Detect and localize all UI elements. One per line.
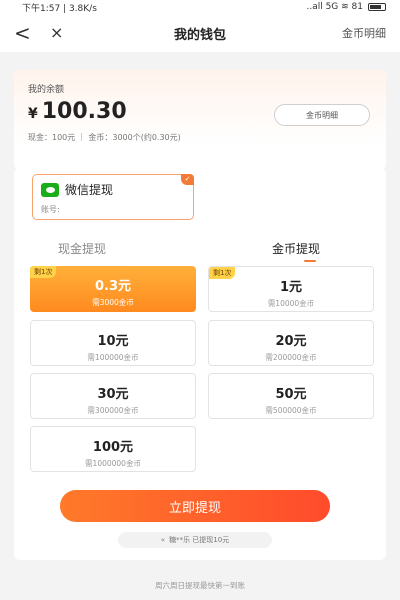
close-icon[interactable]: × — [50, 14, 76, 52]
nav-bar: < × 我的钱包 金币明细 — [0, 14, 400, 52]
method-account: 账号: — [41, 205, 60, 214]
method-header: 微信提现 — [41, 181, 185, 198]
status-bar: 下午1:57 | 3.8K/s ..all 5G ≋ 81 — [0, 0, 400, 14]
battery-icon — [368, 3, 386, 11]
coin-detail-button[interactable]: 金币明细 — [274, 104, 370, 126]
balance-card: 我的余额 ¥ 100.30 现金：100元 ｜ 金币：3000个(约0.30元)… — [14, 70, 386, 170]
option-amount: 0.3元 — [94, 279, 132, 294]
balance-value: 100.30 — [41, 99, 127, 124]
option-cost: 需100000金币 — [87, 353, 139, 362]
tab-coin-withdraw[interactable]: 金币提现 — [272, 240, 320, 257]
status-icons: ..all 5G ≋ 81 — [306, 2, 386, 12]
withdraw-option-0-3[interactable]: 剩1次 0.3元 需3000金币 — [30, 266, 196, 312]
balance-label: 我的余额 — [28, 85, 65, 95]
option-cost: 需200000金币 — [265, 353, 317, 362]
withdraw-option-20[interactable]: 20元 需200000金币 — [208, 320, 374, 366]
option-amount: 20元 — [275, 334, 307, 349]
check-icon: ✓ — [181, 174, 194, 185]
option-cost: 需1000000金币 — [85, 459, 141, 468]
remaining-badge: 剩1次 — [209, 267, 236, 279]
option-amount: 30元 — [97, 387, 129, 402]
back-icon[interactable]: < — [14, 14, 40, 52]
currency-symbol: ¥ — [28, 106, 38, 122]
wechat-withdraw-method[interactable]: 微信提现 账号: ✓ — [32, 174, 194, 220]
remaining-badge: 剩1次 — [30, 266, 57, 278]
method-name: 微信提现 — [65, 183, 114, 197]
option-amount: 1元 — [279, 280, 303, 295]
option-cost: 需500000金币 — [265, 406, 317, 415]
withdraw-panel: 微信提现 账号: ✓ 现金提现 金币提现 剩1次 0.3元 需3000金币 剩1… — [14, 168, 386, 560]
option-cost: 需3000金币 — [92, 298, 134, 307]
withdraw-notice: « 糖**乐 已提现10元 — [118, 532, 272, 548]
option-cost: 需10000金币 — [267, 299, 315, 308]
tab-active-indicator — [304, 260, 316, 262]
tab-cash-withdraw[interactable]: 现金提现 — [58, 240, 106, 257]
option-cost: 需300000金币 — [87, 406, 139, 415]
withdraw-option-50[interactable]: 50元 需500000金币 — [208, 373, 374, 419]
balance-breakdown: 现金：100元 ｜ 金币：3000个(约0.30元) — [28, 133, 181, 142]
signal-wifi-icon: ..all 5G ≋ 81 — [306, 2, 363, 12]
wechat-icon — [41, 182, 59, 197]
withdraw-option-100[interactable]: 100元 需1000000金币 — [30, 426, 196, 472]
withdraw-option-10[interactable]: 10元 需100000金币 — [30, 320, 196, 366]
speaker-icon: « — [160, 536, 166, 544]
coin-detail-link[interactable]: 金币明细 — [342, 25, 386, 41]
option-amount: 100元 — [92, 440, 134, 455]
status-time: 下午1:57 | 3.8K/s — [22, 3, 97, 14]
withdraw-option-1[interactable]: 剩1次 1元 需10000金币 — [208, 266, 374, 312]
option-amount: 50元 — [275, 387, 307, 402]
notice-text: 糖**乐 已提现10元 — [169, 536, 230, 544]
withdraw-option-30[interactable]: 30元 需300000金币 — [30, 373, 196, 419]
footer-tip: 周六周日提现最快第一到账 — [155, 581, 245, 590]
withdraw-now-button[interactable]: 立即提现 — [60, 490, 330, 522]
option-amount: 10元 — [97, 334, 129, 349]
